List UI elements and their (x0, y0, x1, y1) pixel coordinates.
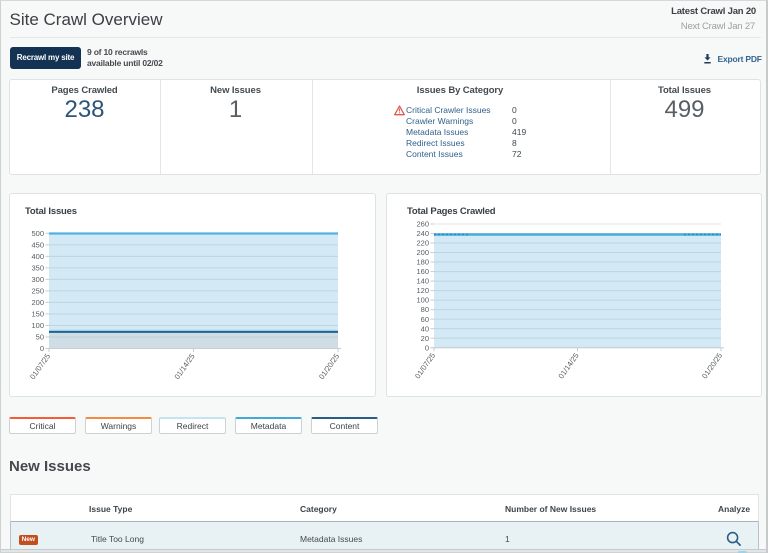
svg-text:220: 220 (416, 239, 429, 248)
svg-text:160: 160 (416, 267, 429, 276)
svg-text:40: 40 (421, 324, 429, 333)
svg-text:260: 260 (416, 220, 429, 229)
svg-text:400: 400 (31, 252, 44, 261)
svg-text:350: 350 (31, 263, 44, 272)
svg-text:20: 20 (421, 334, 429, 343)
svg-text:0: 0 (425, 343, 429, 352)
svg-text:500: 500 (31, 229, 44, 238)
svg-text:300: 300 (31, 275, 44, 284)
svg-text:01/20/25: 01/20/25 (317, 352, 341, 381)
svg-text:450: 450 (31, 240, 44, 249)
svg-text:01/07/25: 01/07/25 (28, 352, 52, 381)
svg-text:0: 0 (40, 344, 44, 353)
svg-text:140: 140 (416, 277, 429, 286)
svg-text:01/07/25: 01/07/25 (413, 351, 437, 380)
svg-text:100: 100 (31, 321, 44, 330)
svg-text:240: 240 (416, 229, 429, 238)
svg-text:01/20/25: 01/20/25 (700, 351, 724, 380)
svg-text:50: 50 (36, 333, 44, 342)
svg-text:01/14/25: 01/14/25 (173, 352, 197, 381)
svg-text:120: 120 (416, 286, 429, 295)
svg-text:250: 250 (31, 287, 44, 296)
svg-text:60: 60 (421, 315, 429, 324)
svg-text:01/14/25: 01/14/25 (557, 351, 581, 380)
svg-text:180: 180 (416, 258, 429, 267)
svg-text:200: 200 (416, 248, 429, 257)
svg-text:80: 80 (421, 305, 429, 314)
svg-text:150: 150 (31, 310, 44, 319)
svg-text:100: 100 (416, 296, 429, 305)
svg-text:200: 200 (31, 298, 44, 307)
